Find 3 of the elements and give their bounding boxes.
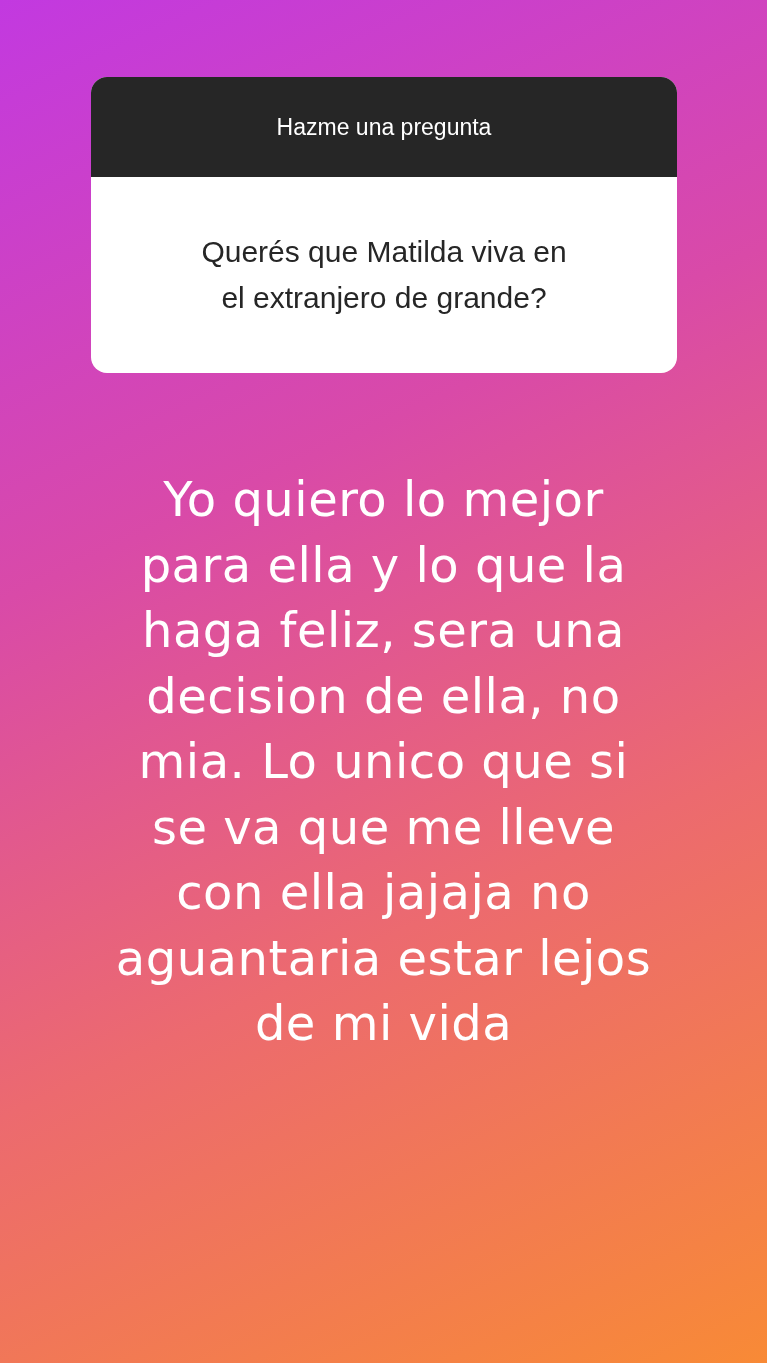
sticker-header: Hazme una pregunta: [276, 113, 492, 141]
answer-text: Yo quiero lo mejor para ella y lo que la haga feliz, sera una decision de ella, no mia. Lo unico que si se va que me lleve con ella jajaja no aguantaria estar lejos de mi vida: [115, 470, 652, 1053]
question-text: Querés que Matilda viva en el extranjero de grande?: [201, 234, 567, 316]
